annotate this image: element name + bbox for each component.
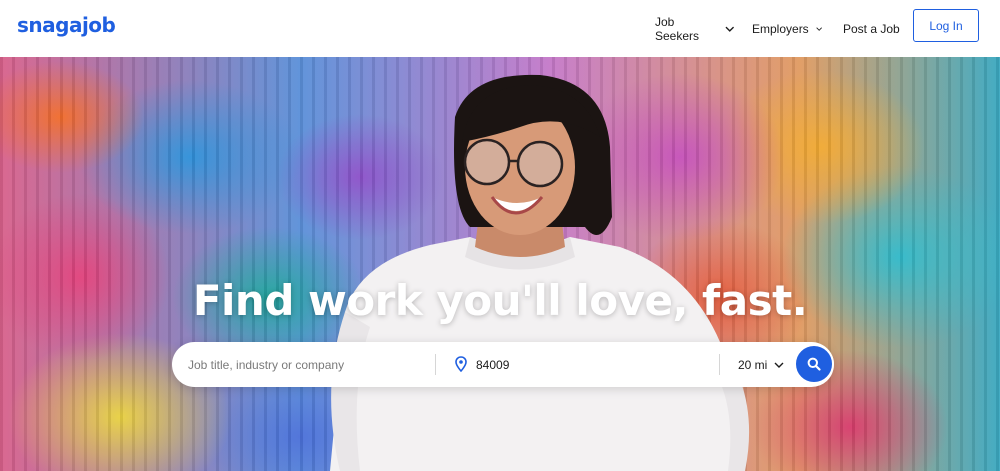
nav-job-seekers-label: Job Seekers (655, 14, 700, 43)
hero-photo-woman (330, 74, 750, 471)
nav-post-a-job-label: Post a Job (843, 21, 900, 36)
nav-employers[interactable]: Employers (752, 22, 822, 36)
job-search-bar: 20 mi (172, 342, 834, 387)
nav-post-a-job[interactable]: Post a Job (843, 22, 900, 36)
search-submit-button[interactable] (794, 344, 834, 384)
chevron-down-icon (774, 362, 784, 368)
location-input[interactable] (476, 342, 706, 387)
hero-section: Find work you'll love, fast. 20 mi (0, 57, 1000, 471)
radius-select[interactable]: 20 mi (738, 342, 784, 387)
search-divider (435, 354, 436, 375)
site-header: snagajob Job Seekers Employers Post a Jo… (0, 0, 1000, 57)
chevron-down-icon (725, 26, 735, 32)
chevron-down-icon (816, 26, 822, 31)
hero-headline: Find work you'll love, fast. (192, 276, 808, 325)
search-divider (719, 354, 720, 375)
job-search-input[interactable] (188, 342, 433, 387)
search-icon (807, 357, 821, 371)
map-pin-icon (455, 356, 467, 372)
nav-employers-label: Employers (752, 21, 809, 36)
nav-job-seekers[interactable]: Job Seekers (655, 15, 735, 43)
login-button[interactable]: Log In (913, 9, 979, 42)
snagajob-logo[interactable]: snagajob (17, 13, 116, 37)
radius-value: 20 mi (738, 357, 768, 372)
